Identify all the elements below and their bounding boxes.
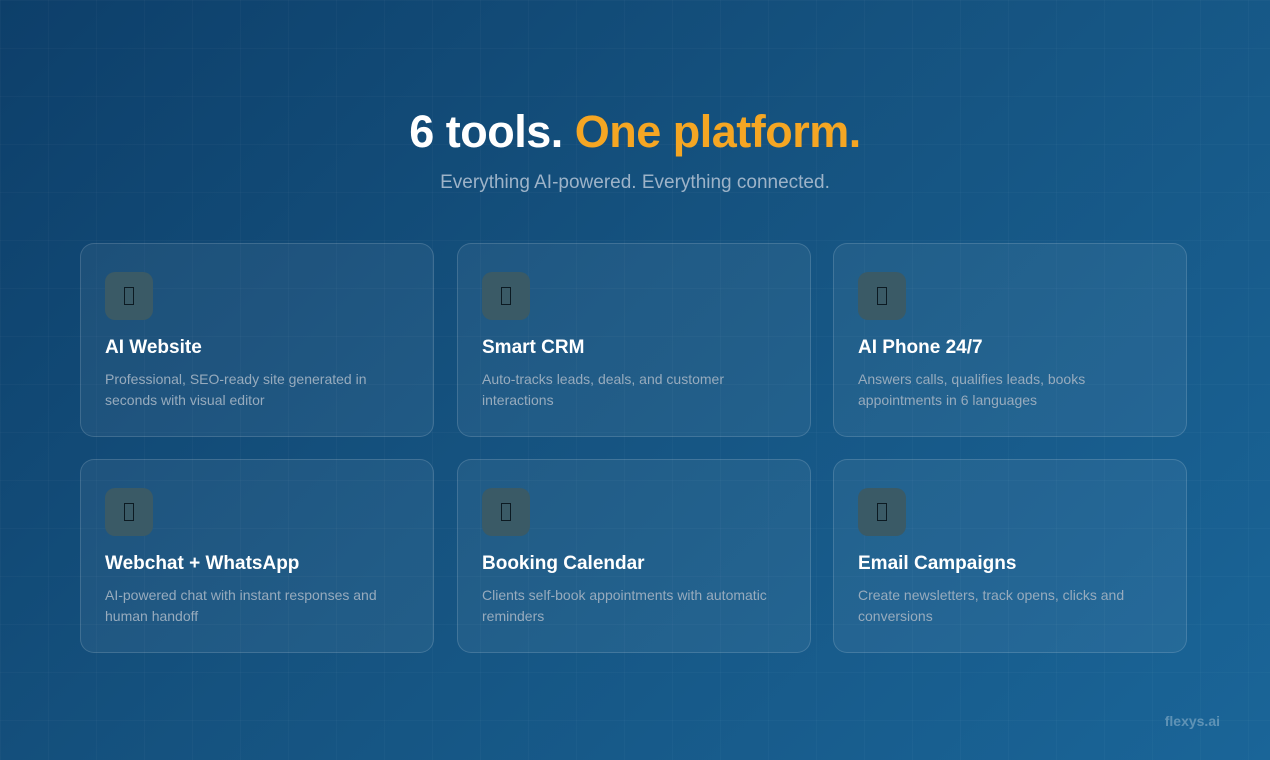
- feature-card-smart-crm[interactable]: Smart CRM Auto-tracks leads, deals, and …: [457, 243, 811, 437]
- card-title: Smart CRM: [482, 337, 585, 358]
- title-accent: One platform.: [574, 106, 862, 157]
- page-title: 6 tools. One platform.: [0, 106, 1270, 158]
- card-title: Booking Calendar: [482, 553, 645, 574]
- feature-card-email-campaigns[interactable]: Email Campaigns Create newsletters, trac…: [833, 459, 1187, 653]
- calendar-icon: [482, 488, 530, 536]
- card-title: AI Phone 24/7: [858, 337, 983, 358]
- crm-icon: [482, 272, 530, 320]
- feature-card-ai-phone[interactable]: AI Phone 24/7 Answers calls, qualifies l…: [833, 243, 1187, 437]
- feature-card-booking-calendar[interactable]: Booking Calendar Clients self-book appoi…: [457, 459, 811, 653]
- website-icon: [105, 272, 153, 320]
- page-subtitle: Everything AI-powered. Everything connec…: [440, 172, 830, 193]
- feature-card-webchat[interactable]: Webchat + WhatsApp AI-powered chat with …: [80, 459, 434, 653]
- card-title: Webchat + WhatsApp: [105, 553, 300, 574]
- card-title: AI Website: [105, 337, 202, 358]
- card-description: Professional, SEO-ready site generated i…: [105, 371, 367, 408]
- brand-logo-text[interactable]: flexys.ai: [1165, 713, 1220, 729]
- card-description: Answers calls, qualifies leads, books ap…: [858, 371, 1086, 408]
- card-title: Email Campaigns: [858, 553, 1017, 574]
- card-description: Auto-tracks leads, deals, and customer i…: [482, 371, 725, 408]
- title-main: 6 tools.: [409, 106, 563, 157]
- card-description: Create newsletters, track opens, clicks …: [858, 587, 1125, 624]
- phone-icon: [858, 272, 906, 320]
- chat-icon: [105, 488, 153, 536]
- card-description: AI-powered chat with instant responses a…: [105, 587, 377, 624]
- email-icon: [858, 488, 906, 536]
- card-description: Clients self-book appointments with auto…: [482, 587, 767, 624]
- feature-card-ai-website[interactable]: AI Website Professional, SEO-ready site …: [80, 243, 434, 437]
